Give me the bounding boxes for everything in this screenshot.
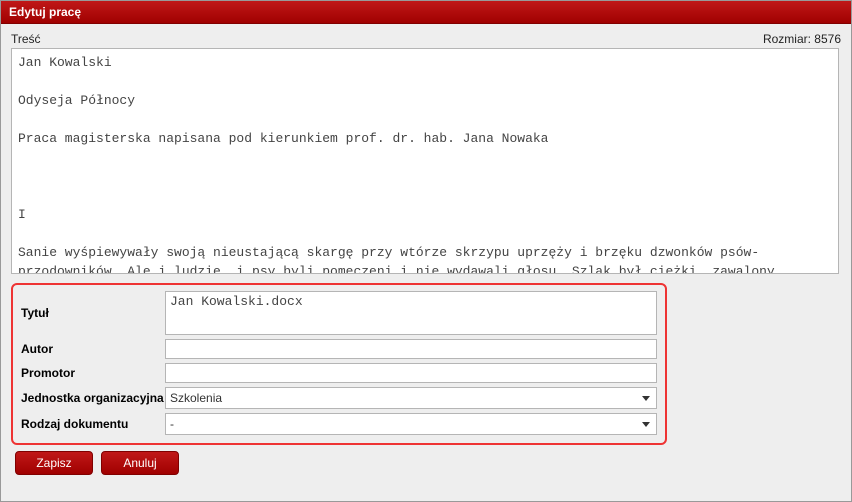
dialog-window: Edytuj pracę Treść Rozmiar: 8576 Tytuł A… [0, 0, 852, 502]
doctype-label: Rodzaj dokumentu [21, 417, 165, 431]
content-label: Treść [11, 32, 41, 46]
button-row: Zapisz Anuluj [11, 451, 841, 475]
unit-row: Jednostka organizacyjna Szkolenia [21, 387, 657, 409]
supervisor-row: Promotor [21, 363, 657, 383]
dialog-title: Edytuj pracę [1, 1, 851, 24]
unit-select[interactable]: Szkolenia [165, 387, 657, 409]
chevron-down-icon [642, 396, 650, 401]
author-row: Autor [21, 339, 657, 359]
doctype-select-value: - [170, 417, 174, 431]
author-label: Autor [21, 342, 165, 356]
size-label: Rozmiar: 8576 [763, 32, 841, 46]
supervisor-label: Promotor [21, 366, 165, 380]
content-textarea[interactable] [11, 48, 839, 274]
unit-select-value: Szkolenia [170, 391, 222, 405]
cancel-button[interactable]: Anuluj [101, 451, 179, 475]
save-button[interactable]: Zapisz [15, 451, 93, 475]
author-input[interactable] [165, 339, 657, 359]
content-header-row: Treść Rozmiar: 8576 [11, 32, 841, 46]
supervisor-input[interactable] [165, 363, 657, 383]
doctype-select[interactable]: - [165, 413, 657, 435]
unit-label: Jednostka organizacyjna [21, 391, 165, 405]
dialog-content: Treść Rozmiar: 8576 Tytuł Autor Promotor… [1, 24, 851, 483]
title-input[interactable] [165, 291, 657, 335]
title-label: Tytuł [21, 306, 165, 320]
metadata-form: Tytuł Autor Promotor Jednostka organizac… [11, 283, 667, 445]
doctype-row: Rodzaj dokumentu - [21, 413, 657, 435]
chevron-down-icon [642, 422, 650, 427]
title-row: Tytuł [21, 291, 657, 335]
